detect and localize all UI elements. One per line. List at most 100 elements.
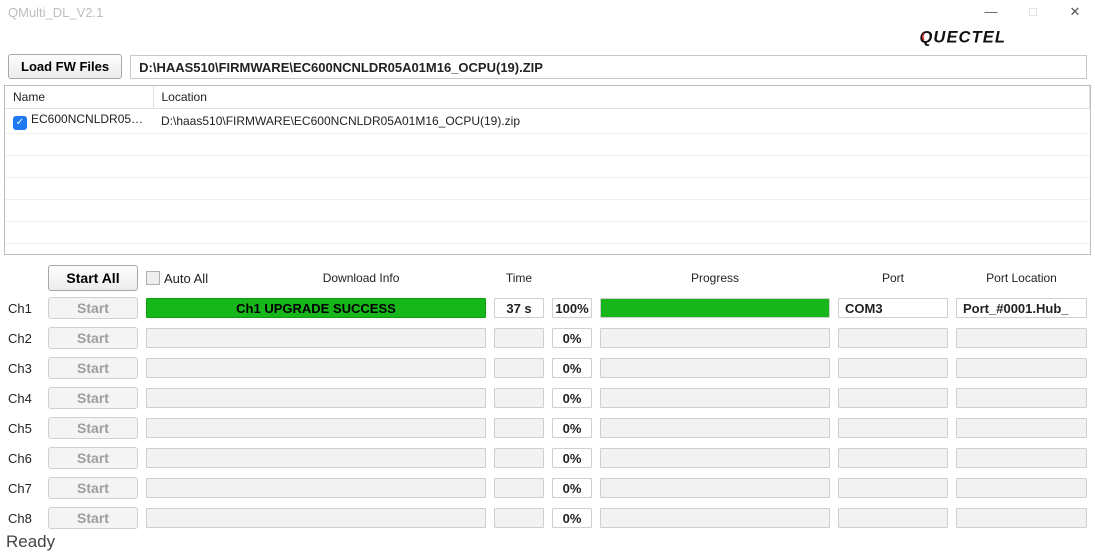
header-port: Port <box>838 271 948 285</box>
time-slot <box>494 388 544 408</box>
channel-row: Ch1StartCh1 UPGRADE SUCCESS37 s100%COM3P… <box>8 297 1087 319</box>
brand-logo: QUECTEL <box>917 26 1087 51</box>
titlebar: QMulti_DL_V2.1 — □ ✕ <box>0 0 1095 24</box>
download-info-slot: Ch1 UPGRADE SUCCESS <box>146 298 486 318</box>
channel-row: Ch5 Start 0% <box>8 417 1087 439</box>
percent-slot: 0% <box>552 478 592 498</box>
header-progress: Progress <box>600 271 830 285</box>
port-slot <box>838 508 948 528</box>
percent-slot: 0% <box>552 328 592 348</box>
minimize-icon[interactable]: — <box>979 4 1003 20</box>
file-table[interactable]: Name Location ✓ EC600NCNLDR05A0...D:\haas… <box>4 85 1091 255</box>
progress-bar <box>600 298 830 318</box>
channel-row: Ch2 Start 0% <box>8 327 1087 349</box>
channel-row: Ch8 Start 0% <box>8 507 1087 529</box>
time-slot <box>494 328 544 348</box>
download-info-slot <box>146 508 486 528</box>
time-slot <box>494 448 544 468</box>
maximize-icon[interactable]: □ <box>1021 4 1045 20</box>
percent-slot: 0% <box>552 448 592 468</box>
port-slot <box>838 388 948 408</box>
port-slot <box>838 418 948 438</box>
status-bar: Ready <box>0 530 1095 554</box>
col-header-location[interactable]: Location <box>153 86 1090 109</box>
table-row <box>5 200 1090 222</box>
port-slot <box>838 328 948 348</box>
port-location-slot: Port_#0001.Hub_ <box>956 298 1087 318</box>
percent-slot: 0% <box>552 388 592 408</box>
header-time: Time <box>494 271 544 285</box>
channel-label: Ch4 <box>8 391 40 406</box>
channels-header: Start All Auto All Download Info Time Pr… <box>8 265 1087 291</box>
progress-bar <box>600 418 830 438</box>
start-button[interactable]: Start <box>48 477 138 499</box>
time-slot <box>494 358 544 378</box>
port-location-slot <box>956 448 1087 468</box>
channel-label: Ch5 <box>8 421 40 436</box>
start-button[interactable]: Start <box>48 387 138 409</box>
start-button[interactable]: Start <box>48 447 138 469</box>
progress-bar <box>600 358 830 378</box>
progress-bar <box>600 508 830 528</box>
table-row <box>5 222 1090 244</box>
download-info-slot <box>146 478 486 498</box>
percent-slot: 0% <box>552 508 592 528</box>
percent-slot: 100% <box>552 298 592 318</box>
time-slot <box>494 478 544 498</box>
table-row[interactable]: ✓ EC600NCNLDR05A0...D:\haas510\FIRMWARE\E… <box>5 109 1090 134</box>
port-location-slot <box>956 508 1087 528</box>
start-button[interactable]: Start <box>48 327 138 349</box>
port-location-slot <box>956 388 1087 408</box>
start-all-button[interactable]: Start All <box>48 265 138 291</box>
port-slot <box>838 358 948 378</box>
auto-all-checkbox[interactable]: Auto All <box>146 271 208 286</box>
channel-row: Ch7 Start 0% <box>8 477 1087 499</box>
time-slot <box>494 418 544 438</box>
file-name: EC600NCNLDR05A0... <box>31 112 153 126</box>
port-location-slot <box>956 358 1087 378</box>
port-slot <box>838 478 948 498</box>
fw-path-field[interactable]: D:\HAAS510\FIRMWARE\EC600NCNLDR05A01M16_… <box>130 55 1087 79</box>
download-info-slot <box>146 388 486 408</box>
progress-bar <box>600 388 830 408</box>
channel-row: Ch6 Start 0% <box>8 447 1087 469</box>
table-row <box>5 156 1090 178</box>
time-slot <box>494 508 544 528</box>
download-info-slot <box>146 448 486 468</box>
percent-slot: 0% <box>552 418 592 438</box>
channels-panel: Start All Auto All Download Info Time Pr… <box>0 261 1095 539</box>
auto-all-label: Auto All <box>164 271 208 286</box>
download-info-slot <box>146 328 486 348</box>
start-button[interactable]: Start <box>48 507 138 529</box>
channel-label: Ch6 <box>8 451 40 466</box>
channel-label: Ch2 <box>8 331 40 346</box>
percent-slot: 0% <box>552 358 592 378</box>
progress-bar <box>600 478 830 498</box>
progress-bar <box>600 448 830 468</box>
checkbox-icon <box>146 271 160 285</box>
header-download-info: Download Info <box>236 271 486 285</box>
close-icon[interactable]: ✕ <box>1063 4 1087 20</box>
time-slot: 37 s <box>494 298 544 318</box>
start-button[interactable]: Start <box>48 297 138 319</box>
window-controls: — □ ✕ <box>979 4 1087 20</box>
file-location: D:\haas510\FIRMWARE\EC600NCNLDR05A01M16_… <box>153 109 1090 134</box>
start-button[interactable]: Start <box>48 417 138 439</box>
port-slot <box>838 448 948 468</box>
check-icon[interactable]: ✓ <box>13 116 27 130</box>
channel-row: Ch3Start0% <box>8 357 1087 379</box>
header-port-location: Port Location <box>956 271 1087 285</box>
progress-bar <box>600 328 830 348</box>
download-info-slot <box>146 418 486 438</box>
load-fw-button[interactable]: Load FW Files <box>8 54 122 79</box>
start-button[interactable]: Start <box>48 357 138 379</box>
channel-label: Ch7 <box>8 481 40 496</box>
port-location-slot <box>956 478 1087 498</box>
channel-label: Ch8 <box>8 511 40 526</box>
window-title: QMulti_DL_V2.1 <box>8 5 979 20</box>
table-row <box>5 134 1090 156</box>
port-slot: COM3 <box>838 298 948 318</box>
load-fw-row: Load FW Files D:\HAAS510\FIRMWARE\EC600N… <box>0 52 1095 85</box>
port-location-slot <box>956 328 1087 348</box>
col-header-name[interactable]: Name <box>5 86 153 109</box>
